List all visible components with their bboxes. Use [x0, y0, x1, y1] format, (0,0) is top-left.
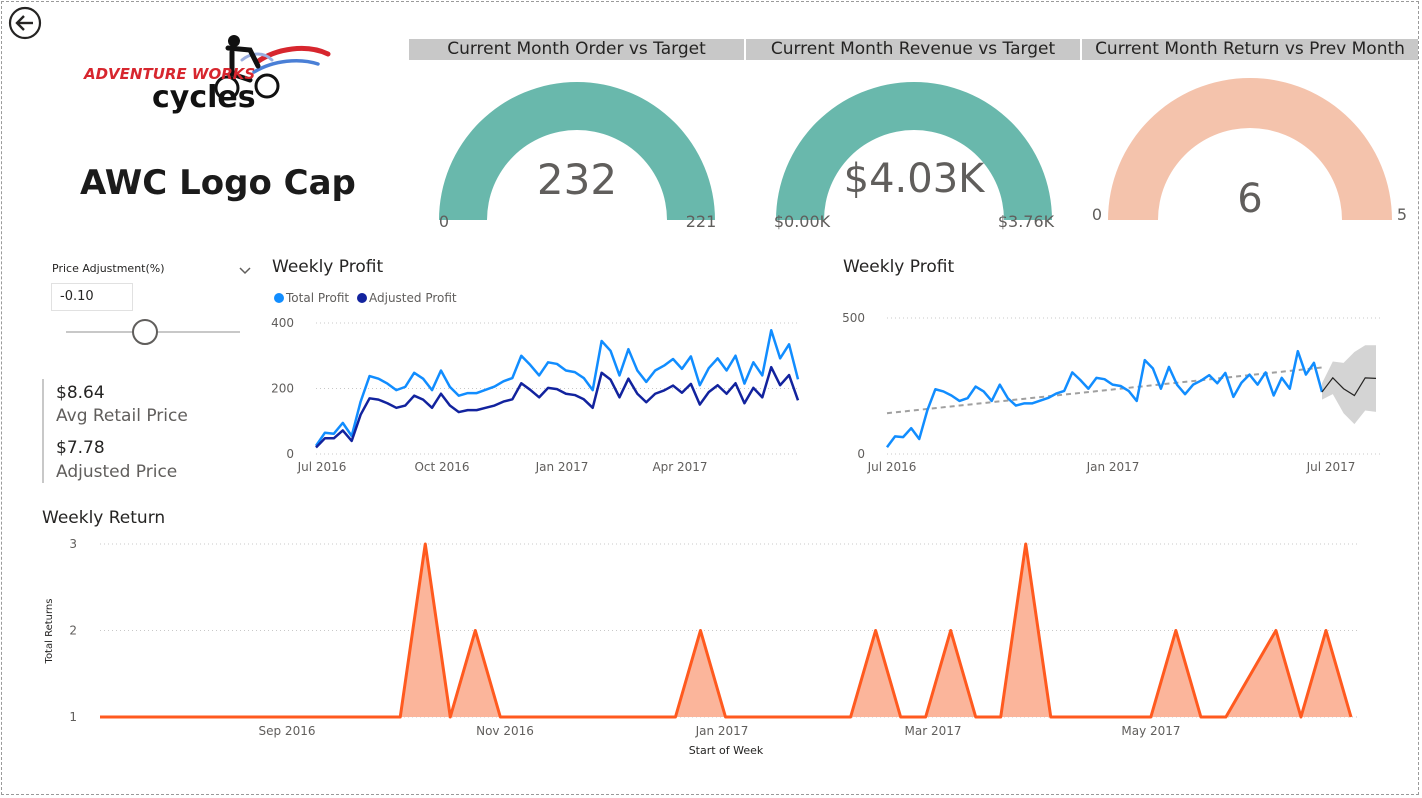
y-tick-label: 0: [857, 447, 865, 461]
gauge-title-revenue: Current Month Revenue vs Target: [746, 39, 1080, 60]
company-logo: ADVENTURE WORKS cycles: [82, 30, 332, 115]
avg-retail-price-value: $8.64: [56, 383, 105, 403]
weekly-return-ylabel: Total Returns: [44, 599, 55, 665]
y-tick-label: 1: [69, 710, 77, 724]
y-tick-label: 200: [271, 382, 294, 396]
weekly-profit-forecast-title: Weekly Profit: [843, 257, 955, 277]
weekly-profit-forecast-chart[interactable]: 0 500 Jul 2016 Jan 2017 Jul 2017: [830, 285, 1395, 480]
y-tick-label: 0: [286, 447, 294, 461]
product-title: AWC Logo Cap: [80, 163, 356, 203]
weekly-return-chart[interactable]: 1 2 3 Sep 2016 Nov 2016 Jan 2017 Mar 2017 May …: [30, 530, 1400, 765]
logo-text-bottom: cycles: [152, 80, 256, 114]
weekly-return-xlabel: Start of Week: [689, 744, 764, 757]
gauge-title-returns: Current Month Return vs Prev Month: [1082, 39, 1418, 60]
price-adjustment-input[interactable]: -0.10: [51, 283, 133, 311]
y-tick-label: 2: [69, 624, 77, 638]
gauge-title-orders: Current Month Order vs Target: [409, 39, 744, 60]
y-tick-label: 400: [271, 316, 294, 330]
price-adjustment-slider-handle[interactable]: [132, 319, 158, 345]
kpi-divider: [42, 379, 44, 483]
chevron-down-icon[interactable]: [238, 262, 252, 275]
avg-retail-price-label: Avg Retail Price: [56, 406, 188, 426]
gauge-orders-min: 0: [439, 212, 449, 231]
gauge-revenue-max: $3.76K: [998, 212, 1055, 231]
weekly-return-title: Weekly Return: [42, 508, 166, 528]
weekly-profit-chart[interactable]: Total Profit Adjusted Profit 0 200 400 Jul…: [260, 285, 820, 480]
back-arrow-icon[interactable]: [8, 6, 42, 40]
gauge-orders[interactable]: 232 0 221: [409, 62, 744, 237]
x-tick-label: Jan 2017: [695, 724, 749, 738]
x-tick-label: Jul 2017: [1306, 460, 1356, 474]
y-tick-label: 500: [842, 311, 865, 325]
returns-area: [100, 544, 1351, 717]
legend-adjusted-profit[interactable]: Adjusted Profit: [369, 291, 457, 305]
gauge-returns-max: 5: [1397, 205, 1407, 224]
x-tick-label: Mar 2017: [905, 724, 962, 738]
legend-marker-total-profit: [274, 293, 284, 303]
x-tick-label: Jul 2016: [297, 460, 347, 474]
gauge-revenue-min: $0.00K: [774, 212, 831, 231]
x-tick-label: May 2017: [1121, 724, 1180, 738]
gauge-revenue[interactable]: $4.03K $0.00K $3.76K: [746, 62, 1080, 237]
x-tick-label: Sep 2016: [259, 724, 316, 738]
adjusted-profit-line[interactable]: [315, 365, 800, 449]
x-tick-label: Jan 2017: [535, 460, 589, 474]
adjusted-price-value: $7.78: [56, 438, 105, 458]
x-tick-label: Jan 2017: [1086, 460, 1140, 474]
gauge-returns-min: 0: [1092, 205, 1102, 224]
legend-marker-adjusted-profit: [357, 293, 367, 303]
x-tick-label: Nov 2016: [476, 724, 534, 738]
price-adjustment-label: Price Adjustment(%): [52, 262, 165, 275]
gauge-returns-value: 6: [1237, 176, 1262, 222]
x-tick-label: Apr 2017: [652, 460, 707, 474]
legend-total-profit[interactable]: Total Profit: [285, 291, 349, 305]
gauge-returns[interactable]: 6 0 5: [1082, 62, 1418, 237]
trend-line: [886, 366, 1323, 415]
x-tick-label: Jul 2016: [867, 460, 917, 474]
weekly-profit-title: Weekly Profit: [272, 257, 384, 277]
gauge-orders-max: 221: [686, 212, 717, 231]
adjusted-price-label: Adjusted Price: [56, 462, 178, 482]
x-tick-label: Oct 2016: [414, 460, 469, 474]
total-profit-line[interactable]: [885, 349, 1324, 448]
gauge-revenue-value: $4.03K: [844, 156, 987, 202]
forecast-confidence-band: [1322, 345, 1376, 425]
gauge-orders-value: 232: [537, 155, 617, 204]
y-tick-label: 3: [69, 537, 77, 551]
